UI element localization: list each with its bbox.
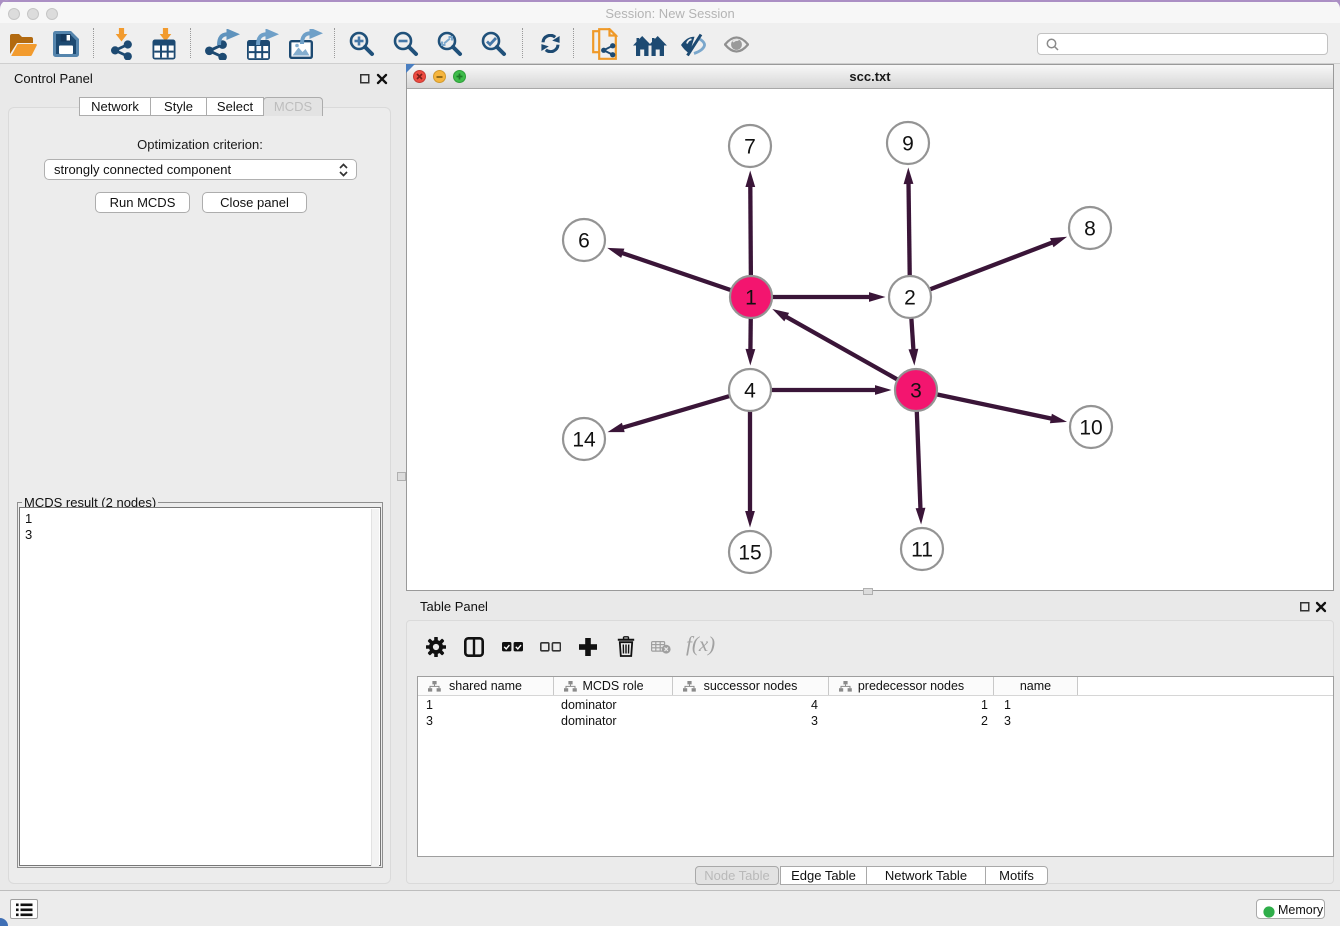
svg-text:4: 4 <box>744 380 756 403</box>
svg-text:6: 6 <box>578 230 590 253</box>
svg-text:9: 9 <box>902 133 914 156</box>
svg-text:2: 2 <box>904 287 916 310</box>
svg-text:14: 14 <box>572 429 596 452</box>
svg-text:7: 7 <box>744 136 756 159</box>
svg-text:1: 1 <box>745 287 757 310</box>
svg-text:15: 15 <box>738 542 761 565</box>
svg-text:8: 8 <box>1084 218 1096 241</box>
svg-text:3: 3 <box>910 380 922 403</box>
svg-text:10: 10 <box>1079 417 1102 440</box>
svg-text:11: 11 <box>911 539 933 562</box>
